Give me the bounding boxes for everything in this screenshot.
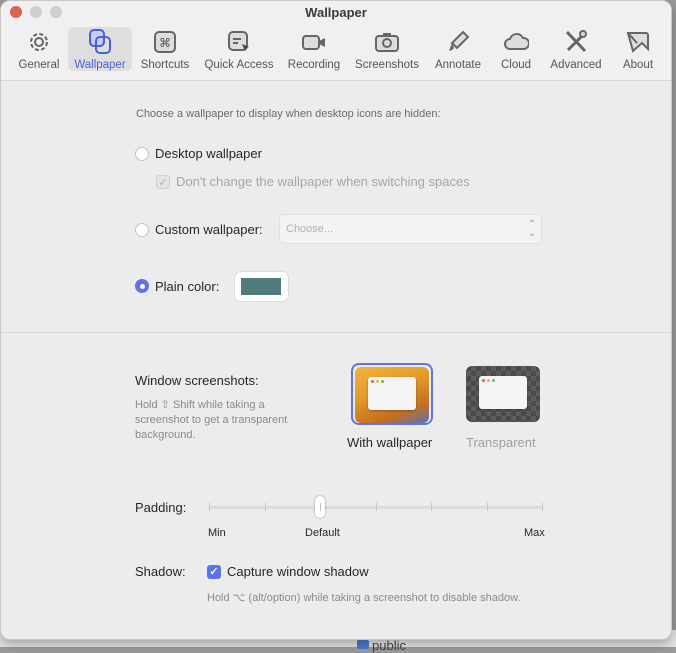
tab-cloud[interactable]: Cloud xyxy=(496,27,536,71)
tab-advanced[interactable]: Advanced xyxy=(547,27,605,71)
tab-screenshots[interactable]: Screenshots xyxy=(353,27,421,71)
slider-tick xyxy=(431,503,432,511)
preferences-window: Wallpaper General Wallpaper ⌘ Shortcuts … xyxy=(0,0,672,640)
dont-change-label: Don't change the wallpaper when switchin… xyxy=(176,174,470,189)
video-camera-icon xyxy=(302,35,325,50)
with-wallpaper-option[interactable] xyxy=(351,363,433,425)
plain-color-label[interactable]: Plain color: xyxy=(155,279,219,294)
tab-annotate[interactable]: Annotate xyxy=(431,27,485,71)
padding-min-label: Min xyxy=(208,527,226,539)
slider-tick xyxy=(320,503,321,511)
tab-quick-access[interactable]: Quick Access xyxy=(201,27,277,71)
tab-about[interactable]: About xyxy=(617,27,659,71)
padding-default-label: Default xyxy=(305,527,340,539)
wallpaper-intro: Choose a wallpaper to display when deskt… xyxy=(136,108,441,120)
gear-icon xyxy=(30,33,48,51)
folder-icon xyxy=(357,640,369,649)
plain-color-well[interactable] xyxy=(235,272,288,301)
slider-tick xyxy=(264,503,266,511)
quick-access-icon xyxy=(228,31,249,51)
desktop-wallpaper-radio[interactable] xyxy=(135,147,149,161)
chevron-updown-icon: ⌃ ⌄ xyxy=(527,219,536,239)
tab-recording[interactable]: Recording xyxy=(285,27,343,71)
slider-tick xyxy=(375,503,377,511)
shadow-hint: Hold ⌥ (alt/option) while taking a scree… xyxy=(207,592,521,604)
shadow-label: Shadow: xyxy=(135,564,186,579)
slider-tick xyxy=(209,503,210,511)
wallpaper-icon xyxy=(89,29,111,54)
tab-wallpaper[interactable]: Wallpaper xyxy=(68,27,132,71)
tools-icon xyxy=(565,30,587,53)
slider-tick xyxy=(486,503,488,511)
plain-color-radio[interactable] xyxy=(135,279,149,293)
about-icon xyxy=(626,32,649,53)
padding-max-label: Max xyxy=(524,527,545,539)
cloud-icon xyxy=(504,33,529,50)
desktop-wallpaper-label[interactable]: Desktop wallpaper xyxy=(155,146,262,161)
window-screenshots-hint: Hold ⇧ Shift while taking a screenshot t… xyxy=(135,399,288,441)
with-wallpaper-label[interactable]: With wallpaper xyxy=(347,435,432,450)
custom-wallpaper-placeholder: Choose... xyxy=(286,223,334,235)
svg-text:⌘: ⌘ xyxy=(159,36,171,50)
padding-label: Padding: xyxy=(135,500,187,515)
command-icon: ⌘ xyxy=(154,31,176,53)
toolbar: Wallpaper General Wallpaper ⌘ Shortcuts … xyxy=(1,1,671,81)
transparent-label[interactable]: Transparent xyxy=(466,435,536,450)
tab-general[interactable]: General xyxy=(15,27,63,71)
transparent-option[interactable] xyxy=(466,366,540,422)
capture-shadow-checkbox[interactable]: ✓ xyxy=(207,565,221,579)
custom-wallpaper-label[interactable]: Custom wallpaper: xyxy=(155,222,263,237)
window-screenshots-label: Window screenshots: xyxy=(135,373,259,388)
section-divider xyxy=(1,332,671,333)
tab-shortcuts[interactable]: ⌘ Shortcuts xyxy=(137,27,193,71)
wallpaper-preview xyxy=(355,367,429,423)
slider-tick xyxy=(542,503,543,511)
capture-shadow-label[interactable]: Capture window shadow xyxy=(227,564,369,579)
window-title: Wallpaper xyxy=(305,5,367,20)
camera-icon xyxy=(375,33,399,52)
color-swatch xyxy=(241,278,281,295)
highlighter-icon xyxy=(449,30,470,51)
folder-name: public xyxy=(372,638,406,653)
dont-change-checkbox[interactable]: ✓ xyxy=(156,175,170,189)
custom-wallpaper-radio[interactable] xyxy=(135,223,149,237)
custom-wallpaper-select[interactable]: Choose... ⌃ ⌄ xyxy=(279,214,542,244)
